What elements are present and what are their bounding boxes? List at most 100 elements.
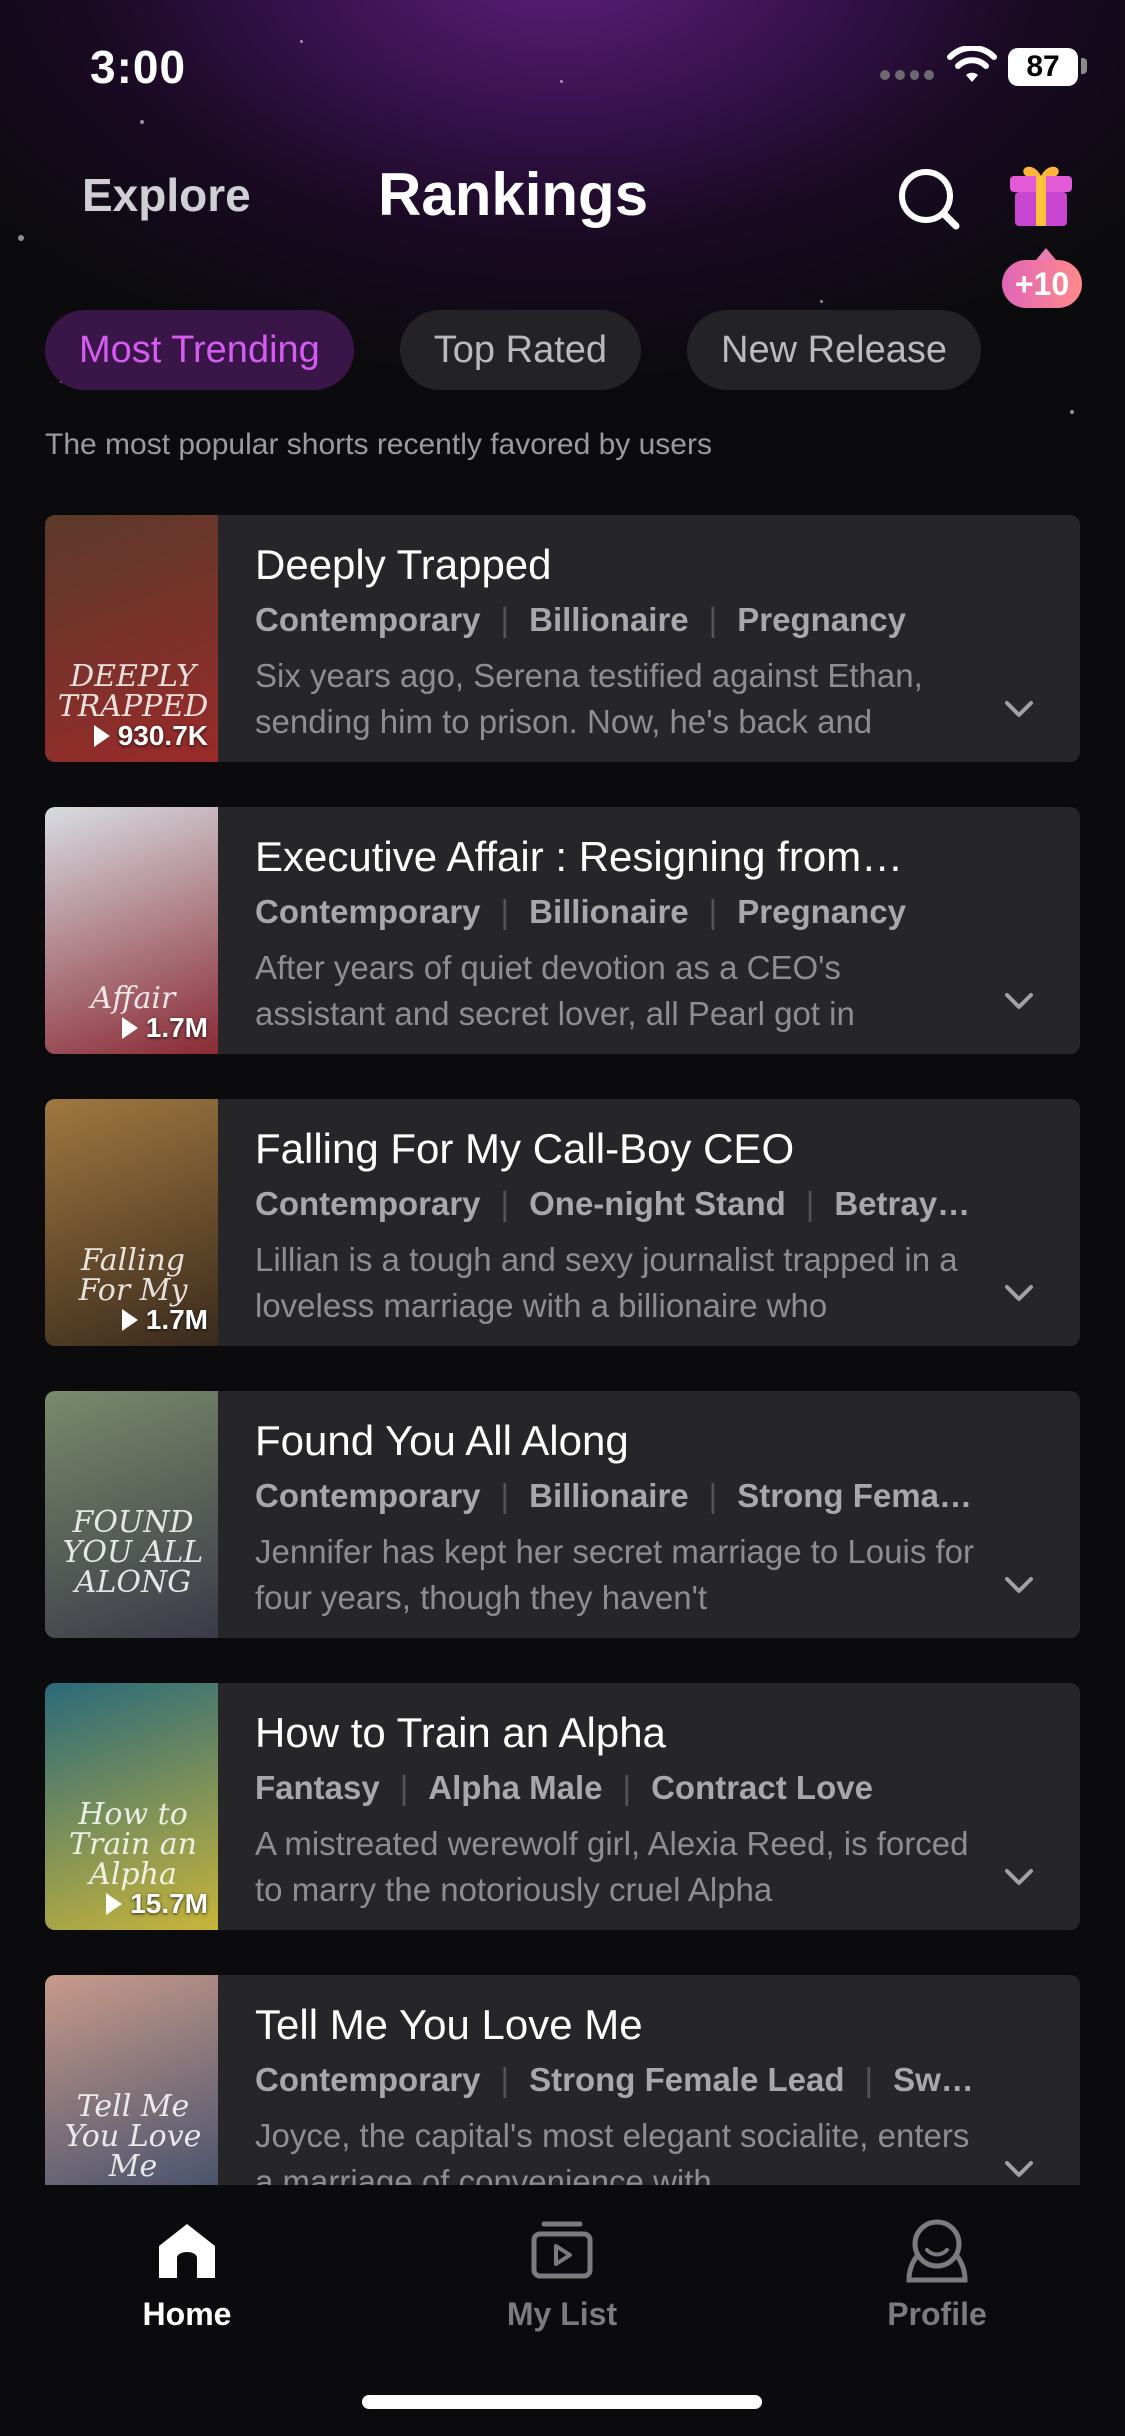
drama-tags: Contemporary | Billionaire | Pregnancy bbox=[255, 891, 1045, 933]
tab-top-rated[interactable]: Top Rated bbox=[399, 310, 642, 390]
drama-info: How to Train an Alpha Fantasy | Alpha Male |… bbox=[255, 1707, 1045, 1913]
drama-title[interactable]: Falling For My Call-Boy CEO bbox=[255, 1123, 1045, 1175]
drama-cover[interactable]: Affair 1.7M bbox=[45, 807, 218, 1054]
drama-card[interactable]: Affair 1.7M Executive Affair : Resigning f… bbox=[45, 807, 1080, 1054]
chevron-down-icon[interactable] bbox=[1002, 1276, 1036, 1310]
view-count: 1.7M bbox=[121, 1012, 208, 1044]
tag-separator: | bbox=[500, 2061, 510, 2098]
nav-profile[interactable]: Profile bbox=[837, 2216, 1037, 2333]
view-count-text: 930.7K bbox=[117, 720, 208, 751]
drama-tags: Contemporary | Billionaire | Strong Fema… bbox=[255, 1475, 1045, 1517]
drama-cover[interactable]: Falling For My 1.7M bbox=[45, 1099, 218, 1346]
genre-tag: Strong Fema… bbox=[737, 1477, 972, 1514]
drama-title[interactable]: Executive Affair : Resigning from… bbox=[255, 831, 1045, 883]
drama-tags: Fantasy | Alpha Male | Contract Love bbox=[255, 1767, 1045, 1809]
cover-title-art: Falling For My bbox=[78, 1243, 188, 1308]
chevron-down-icon[interactable] bbox=[1002, 984, 1036, 1018]
drama-description: Six years ago, Serena testified against … bbox=[255, 657, 923, 740]
nav-my-list[interactable]: My List bbox=[462, 2216, 662, 2333]
tag-separator: | bbox=[500, 893, 510, 930]
chevron-down-icon[interactable] bbox=[1002, 2152, 1036, 2185]
home-indicator bbox=[362, 2395, 762, 2409]
ranking-list[interactable]: DEEPLY TRAPPED 930.7K Deeply Trapped Contem… bbox=[45, 515, 1080, 2185]
drama-cover[interactable]: DEEPLY TRAPPED 930.7K bbox=[45, 515, 218, 762]
cover-title-art: Tell Me You Love Me bbox=[64, 2089, 202, 2184]
chevron-down-icon[interactable] bbox=[1002, 1568, 1036, 1602]
drama-title[interactable]: Tell Me You Love Me bbox=[255, 1999, 1045, 2051]
drama-tags: Contemporary | Strong Female Lead | Sw… bbox=[255, 2059, 1045, 2101]
search-icon[interactable] bbox=[896, 166, 962, 232]
genre-tag: Fantasy bbox=[255, 1769, 380, 1806]
explore-tab[interactable]: Explore bbox=[82, 168, 251, 222]
tag-separator: | bbox=[500, 601, 510, 638]
play-icon bbox=[106, 1893, 123, 1915]
tag-separator: | bbox=[708, 893, 718, 930]
genre-tag: Contract Love bbox=[651, 1769, 873, 1806]
tab-new-release[interactable]: New Release bbox=[687, 310, 982, 390]
status-time: 3:00 bbox=[90, 41, 187, 93]
view-count: 1.7M bbox=[121, 1304, 208, 1336]
genre-tag: Strong Female Lead bbox=[529, 2061, 845, 2098]
drama-card[interactable]: How to Train an Alpha 15.7M How to Train a… bbox=[45, 1683, 1080, 1930]
genre-tag: One-night Stand bbox=[529, 1185, 786, 1222]
tag-separator: | bbox=[622, 1769, 632, 1806]
genre-tag: Pregnancy bbox=[737, 893, 906, 930]
view-count-text: 1.7M bbox=[145, 1012, 208, 1043]
genre-tag: Billionaire bbox=[529, 601, 689, 638]
tab-most-trending[interactable]: Most Trending bbox=[45, 310, 354, 390]
genre-tag: Betray… bbox=[834, 1185, 971, 1222]
play-icon bbox=[121, 1309, 138, 1331]
drama-info: Deeply Trapped Contemporary | Billionaire | P… bbox=[255, 539, 1045, 745]
drama-cover[interactable]: How to Train an Alpha 15.7M bbox=[45, 1683, 218, 1930]
cover-title-art: Affair bbox=[90, 981, 176, 1016]
tag-separator: | bbox=[500, 1477, 510, 1514]
drama-description: Jennifer has kept her secret marriage to… bbox=[255, 1533, 975, 1616]
cover-title-art: FOUND YOU ALL ALONG bbox=[62, 1505, 204, 1600]
wifi-icon bbox=[947, 46, 997, 82]
drama-title[interactable]: How to Train an Alpha bbox=[255, 1707, 1045, 1759]
genre-tag: Alpha Male bbox=[428, 1769, 603, 1806]
nav-home-label: Home bbox=[142, 2296, 232, 2332]
cover-title-art: How to Train an Alpha bbox=[69, 1797, 197, 1892]
drama-info: Found You All Along Contemporary | Billiona… bbox=[255, 1415, 1045, 1621]
cover-title-art: DEEPLY TRAPPED bbox=[57, 659, 209, 724]
drama-info: Executive Affair : Resigning from… Contem… bbox=[255, 831, 1045, 1037]
chevron-down-icon[interactable] bbox=[1002, 1860, 1036, 1894]
drama-cover[interactable]: Tell Me You Love Me bbox=[45, 1975, 218, 2185]
drama-card[interactable]: DEEPLY TRAPPED 930.7K Deeply Trapped Contem… bbox=[45, 515, 1080, 762]
tag-separator: | bbox=[708, 1477, 718, 1514]
drama-info: Tell Me You Love Me Contemporary | Strong F… bbox=[255, 1999, 1045, 2185]
ranking-tabs: Most Trending Top Rated New Release bbox=[45, 310, 982, 390]
cellular-signal-icon bbox=[880, 70, 934, 80]
genre-tag: Contemporary bbox=[255, 893, 481, 930]
view-count-text: 1.7M bbox=[145, 1304, 208, 1335]
drama-info: Falling For My Call-Boy CEO Contemporary |… bbox=[255, 1123, 1045, 1329]
status-bar: 3:00 87 bbox=[0, 0, 1125, 140]
play-icon bbox=[93, 725, 110, 747]
drama-card[interactable]: FOUND YOU ALL ALONG Found You All Along Co… bbox=[45, 1391, 1080, 1638]
ranking-description: The most popular shorts recently favored… bbox=[45, 428, 712, 461]
view-count: 15.7M bbox=[106, 1888, 208, 1920]
drama-description: A mistreated werewolf girl, Alexia Reed,… bbox=[255, 1825, 969, 1908]
chevron-down-icon[interactable] bbox=[1002, 692, 1036, 726]
nav-home[interactable]: Home bbox=[87, 2216, 287, 2333]
view-count-text: 15.7M bbox=[130, 1888, 208, 1919]
drama-card[interactable]: Falling For My 1.7M Falling For My Call-Bo… bbox=[45, 1099, 1080, 1346]
genre-tag: Pregnancy bbox=[737, 601, 906, 638]
nav-my-list-label: My List bbox=[506, 2296, 618, 2332]
genre-tag: Contemporary bbox=[255, 1477, 481, 1514]
drama-description: Lillian is a tough and sexy journalist t… bbox=[255, 1241, 958, 1324]
genre-tag: Billionaire bbox=[529, 1477, 689, 1514]
page-title: Rankings bbox=[378, 161, 649, 228]
genre-tag: Contemporary bbox=[255, 1185, 481, 1222]
play-list-icon bbox=[531, 2221, 593, 2279]
nav-profile-label: Profile bbox=[887, 2296, 987, 2332]
profile-icon bbox=[906, 2219, 968, 2283]
drama-card[interactable]: Tell Me You Love Me Tell Me You Love Me Co… bbox=[45, 1975, 1080, 2185]
drama-title[interactable]: Found You All Along bbox=[255, 1415, 1045, 1467]
tag-separator: | bbox=[500, 1185, 510, 1222]
drama-title[interactable]: Deeply Trapped bbox=[255, 539, 1045, 591]
genre-tag: Contemporary bbox=[255, 601, 481, 638]
gift-icon[interactable] bbox=[1006, 160, 1076, 230]
drama-cover[interactable]: FOUND YOU ALL ALONG bbox=[45, 1391, 218, 1638]
